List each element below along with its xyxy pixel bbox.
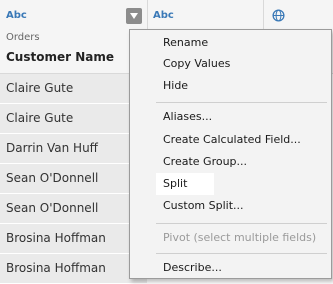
table-row[interactable]: Darrin Van Huff <box>0 134 147 164</box>
menu-item-custom-split[interactable]: Custom Split... <box>156 195 331 217</box>
table-row[interactable]: Sean O'Donnell <box>0 164 147 194</box>
cell-customer-name: Darrin Van Huff <box>6 141 98 155</box>
menu-item-hide[interactable]: Hide <box>156 75 331 97</box>
table-row[interactable]: Claire Gute <box>0 74 147 104</box>
string-type-label-2[interactable]: Abc <box>153 10 174 21</box>
menu-item-copy-values[interactable]: Copy Values <box>156 53 331 75</box>
cell-customer-name: Sean O'Donnell <box>6 171 99 185</box>
cell-customer-name: Sean O'Donnell <box>6 201 99 215</box>
string-type-label[interactable]: Abc <box>6 10 27 21</box>
field-name-label: Customer Name <box>6 50 114 64</box>
column-context-menu: Rename Copy Values Hide Aliases... Creat… <box>129 29 332 279</box>
menu-separator <box>156 223 327 224</box>
table-row[interactable]: Brosina Hoffman <box>0 224 147 254</box>
menu-separator <box>156 253 327 254</box>
menu-item-aliases[interactable]: Aliases... <box>156 106 331 128</box>
cell-customer-name: Brosina Hoffman <box>6 231 106 245</box>
table-row[interactable]: Claire Gute <box>0 104 147 134</box>
menu-item-split[interactable]: Split <box>156 173 331 195</box>
column-menu-dropdown-button[interactable] <box>126 8 142 24</box>
column-header-customer-name[interactable]: Abc Orders Customer Name <box>0 0 148 73</box>
menu-separator <box>156 102 327 103</box>
menu-item-pivot: Pivot (select multiple fields) <box>163 231 317 244</box>
menu-item-create-group[interactable]: Create Group... <box>156 151 331 173</box>
menu-item-describe[interactable]: Describe... <box>156 257 331 279</box>
menu-item-rename[interactable]: Rename <box>156 32 331 54</box>
cell-customer-name: Claire Gute <box>6 111 74 125</box>
globe-icon[interactable] <box>272 9 285 22</box>
table-row[interactable]: Sean O'Donnell <box>0 194 147 224</box>
source-table-label: Orders <box>6 32 40 43</box>
menu-icon-gutter <box>130 30 156 278</box>
menu-item-create-calculated-field[interactable]: Create Calculated Field... <box>156 129 331 151</box>
cell-customer-name: Claire Gute <box>6 81 74 95</box>
cell-customer-name: Brosina Hoffman <box>6 261 106 275</box>
